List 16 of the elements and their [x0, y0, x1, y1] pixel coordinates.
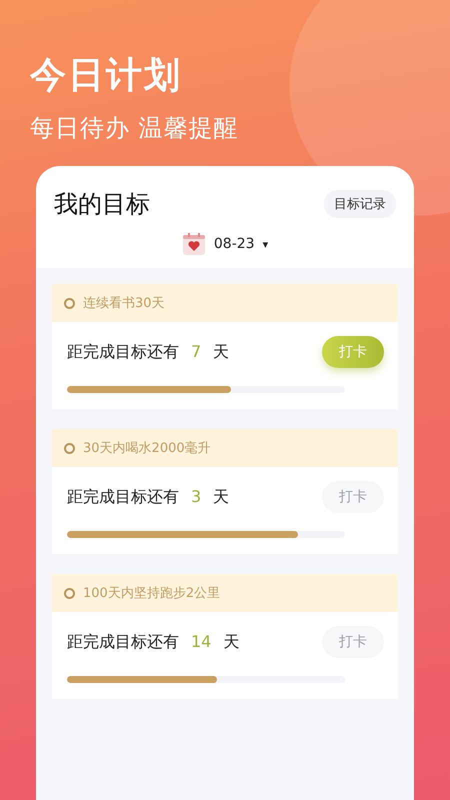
caret-icon[interactable]: ▾: [262, 238, 268, 250]
days-remaining: 距完成目标还有 3 天: [67, 486, 230, 508]
goal-name: 30天内喝水2000毫升: [83, 440, 211, 457]
goal-name: 连续看书30天: [83, 295, 165, 312]
circle-icon: [64, 442, 75, 454]
panel-title: 我的目标: [54, 189, 150, 220]
date-selector[interactable]: 08-23: [214, 236, 255, 252]
days-remaining: 距完成目标还有 14 天: [67, 632, 240, 652]
circle-icon: [64, 588, 75, 598]
calendar-icon[interactable]: [182, 232, 206, 256]
circle-icon: [64, 298, 75, 308]
days-remaining: 距完成目标还有 7 天: [67, 342, 230, 362]
records-button[interactable]: 目标记录: [324, 190, 396, 218]
subtitle: 每日待办 温馨提醒: [30, 113, 240, 144]
goal-name: 100天内坚持跑步2公里: [83, 585, 220, 602]
headline: 今日计划: [30, 54, 183, 98]
